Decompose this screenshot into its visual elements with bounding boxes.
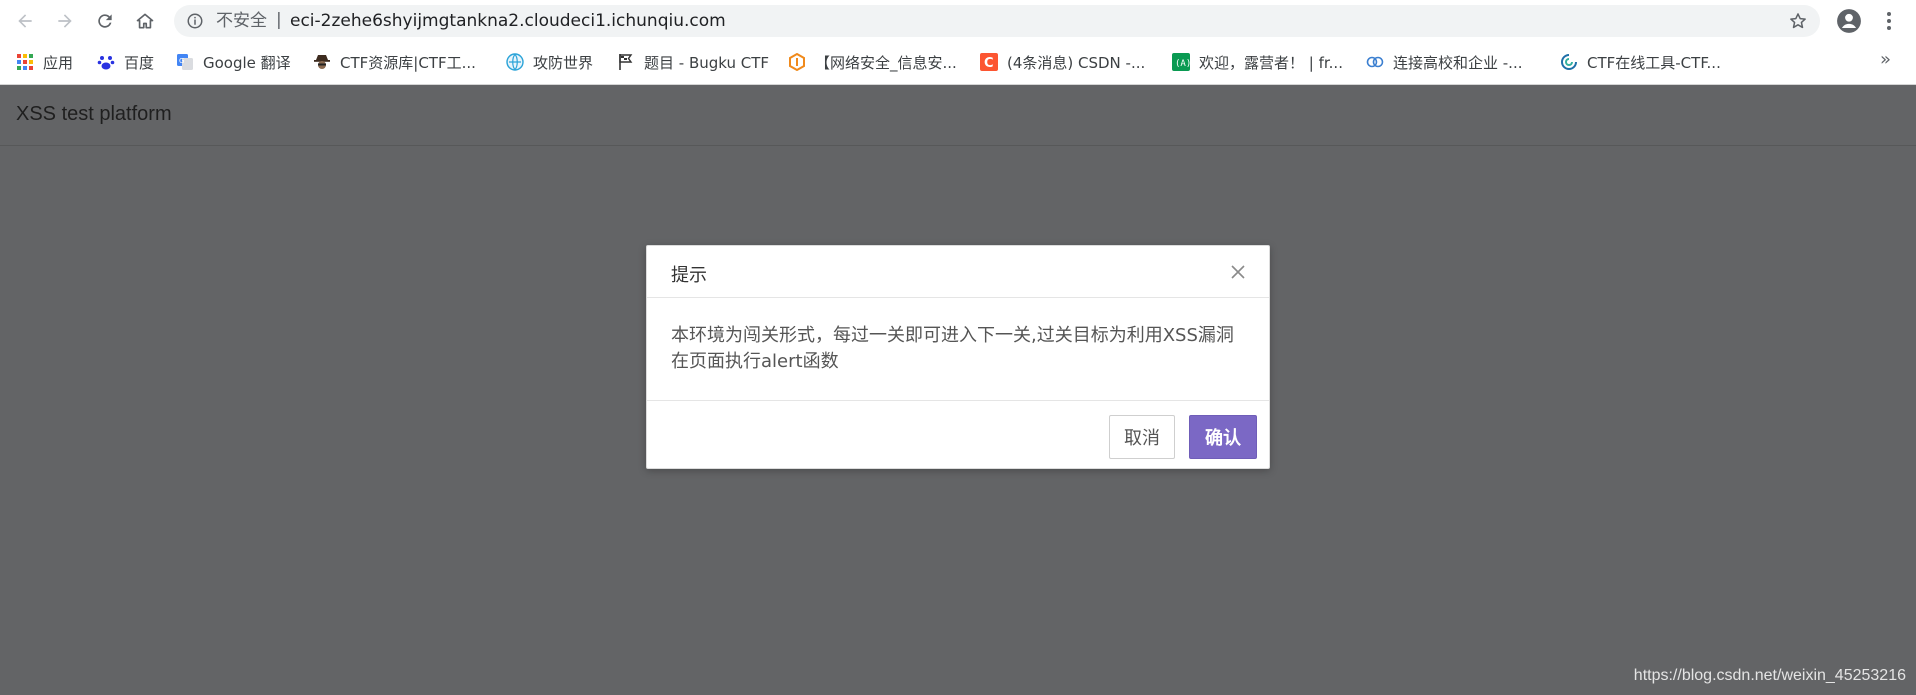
- page-overlay: XSS test platform 提示 本环境为闯关形式，每过一关即可进入下一…: [0, 85, 1916, 695]
- bookmark-label: CTF在线工具-CTF...: [1587, 53, 1721, 72]
- google-translate-icon: G: [177, 54, 193, 70]
- forward-arrow-icon[interactable]: [52, 8, 78, 34]
- bookmark-university-enterprise[interactable]: 连接高校和企业 -...: [1366, 51, 1523, 73]
- watermark: https://blog.csdn.net/weixin_45253216: [1633, 667, 1906, 684]
- bookmark-label: 攻防世界: [533, 53, 594, 72]
- bookmark-label: 题目 - Bugku CTF: [644, 53, 770, 72]
- freecodecamp-icon: (A): [1172, 53, 1190, 71]
- bookmark-label: 欢迎，露营者！ | fr...: [1199, 53, 1343, 72]
- globe-icon: [506, 53, 524, 71]
- apps-grid-icon: [17, 54, 33, 70]
- menu-dots-icon[interactable]: [1878, 8, 1900, 34]
- svg-text:C: C: [984, 56, 994, 71]
- confirm-button[interactable]: 确认: [1189, 415, 1257, 459]
- bookmarks-overflow-button[interactable]: »: [1880, 49, 1891, 70]
- info-icon[interactable]: [186, 12, 204, 30]
- bookmark-baidu[interactable]: 百度: [97, 51, 154, 73]
- modal-header: 提示: [647, 246, 1269, 298]
- baidu-paw-icon: [97, 56, 115, 70]
- page-header: XSS test platform: [0, 85, 1916, 146]
- spy-icon: [314, 55, 330, 69]
- modal-footer: 取消 确认: [647, 400, 1269, 470]
- swirl-icon: [1561, 54, 1577, 70]
- bookmarks-bar: 应用 百度 G Google 翻译 CTF资源库|CTF工... 攻防世界 题目…: [0, 41, 1916, 85]
- bookmark-bugku[interactable]: 题目 - Bugku CTF: [617, 51, 769, 73]
- profile-icon[interactable]: [1836, 8, 1862, 34]
- bookmark-label: 连接高校和企业 -...: [1393, 53, 1523, 72]
- bookmark-freecodecamp[interactable]: (A) 欢迎，露营者！ | fr...: [1172, 51, 1343, 73]
- back-arrow-icon[interactable]: [12, 8, 38, 34]
- address-bar[interactable]: 不安全 | eci-2zehe6shyijmgtankna2.cloudeci1…: [174, 5, 1820, 37]
- bookmark-label: CTF资源库|CTF工...: [340, 53, 476, 72]
- flag-icon: [619, 54, 633, 70]
- security-label: 不安全: [216, 11, 267, 31]
- bookmark-label: 百度: [124, 53, 155, 72]
- bookmark-label: 应用: [43, 53, 74, 72]
- svg-text:G: G: [179, 57, 184, 65]
- alert-modal: 提示 本环境为闯关形式，每过一关即可进入下一关,过关目标为利用XSS漏洞在页面执…: [646, 245, 1270, 469]
- bookmark-label: Google 翻译: [203, 53, 291, 72]
- url-text[interactable]: eci-2zehe6shyijmgtankna2.cloudeci1.ichun…: [290, 11, 726, 31]
- modal-message: 本环境为闯关形式，每过一关即可进入下一关,过关目标为利用XSS漏洞在页面执行al…: [671, 325, 1234, 372]
- url-separator: |: [276, 10, 282, 30]
- reload-icon[interactable]: [92, 8, 118, 34]
- bookmark-netsec[interactable]: 【网络安全_信息安...: [788, 51, 957, 73]
- page-title: XSS test platform: [16, 103, 172, 125]
- close-icon[interactable]: [1229, 263, 1247, 281]
- bookmark-apps[interactable]: 应用: [16, 51, 73, 73]
- cancel-button[interactable]: 取消: [1109, 415, 1175, 459]
- bookmark-ctf-resources[interactable]: CTF资源库|CTF工...: [313, 51, 476, 73]
- svg-text:(A): (A): [1175, 59, 1190, 69]
- cloud-icon: [1366, 56, 1384, 68]
- star-icon[interactable]: [1788, 11, 1808, 31]
- home-icon[interactable]: [132, 8, 158, 34]
- bookmark-csdn[interactable]: C (4条消息) CSDN -...: [980, 51, 1145, 73]
- modal-title: 提示: [671, 265, 707, 286]
- cube-icon: [789, 53, 805, 71]
- bookmark-adworld[interactable]: 攻防世界: [506, 51, 593, 73]
- csdn-c-icon: C: [980, 53, 998, 71]
- bookmark-ctf-tools[interactable]: CTF在线工具-CTF...: [1560, 51, 1721, 73]
- bookmark-label: (4条消息) CSDN -...: [1007, 53, 1146, 72]
- bookmark-google-translate[interactable]: G Google 翻译: [176, 51, 291, 73]
- bookmark-label: 【网络安全_信息安...: [815, 53, 957, 72]
- browser-toolbar: 不安全 | eci-2zehe6shyijmgtankna2.cloudeci1…: [0, 0, 1916, 41]
